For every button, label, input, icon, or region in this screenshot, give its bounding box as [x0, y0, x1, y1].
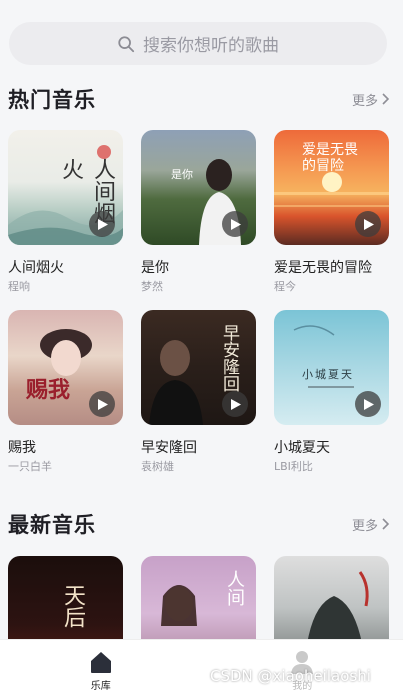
song-artist: LBI利比: [274, 460, 313, 473]
hot-more-link[interactable]: 更多: [352, 90, 390, 109]
play-button[interactable]: [89, 211, 115, 237]
song-artist: 一只白羊: [8, 460, 52, 473]
play-icon: [231, 398, 241, 410]
play-icon: [364, 218, 374, 230]
hot-section-header: 热门音乐 更多: [8, 84, 390, 114]
latest-more-label: 更多: [351, 518, 378, 534]
watermark: CSDN @xiaoheilaoshi: [210, 667, 371, 685]
play-icon: [364, 398, 374, 410]
song-artist: 程今: [274, 280, 296, 293]
tab-library-label: 乐库: [90, 681, 111, 692]
album-cover: 人间烟火: [8, 130, 123, 245]
song-title: 早安隆回: [141, 440, 197, 456]
cover-title: 小城夏天: [302, 368, 354, 381]
song-title: 小城夏天: [274, 440, 330, 456]
latest-section-title: 最新音乐: [8, 513, 96, 537]
cover-title: 赐我: [26, 377, 71, 403]
cover-title: 人间: [224, 570, 245, 606]
album-cover: 爱是无畏的冒险: [274, 130, 389, 245]
song-card[interactable]: 爱是无畏的冒险 爱是无畏的冒险 程今: [274, 130, 389, 294]
song-artist: 袁树雄: [141, 460, 174, 473]
hot-song-grid: 人间烟火 人间烟火 程响 是你 是你 梦然 爱是无畏的冒险 爱是无畏的冒险 程今…: [8, 130, 390, 474]
latest-more-link[interactable]: 更多: [352, 515, 390, 534]
album-cover: 赐我: [8, 310, 123, 425]
hot-more-label: 更多: [351, 93, 378, 109]
play-button[interactable]: [355, 211, 381, 237]
song-card[interactable]: 赐我 赐我 一只白羊: [8, 310, 123, 474]
search-placeholder: 搜索你想听的歌曲: [143, 36, 279, 56]
home-icon: [90, 652, 111, 673]
cover-title: 爱是无畏的冒险: [302, 142, 358, 174]
album-cover: 早安隆回: [141, 310, 256, 425]
album-cover: 小城夏天: [274, 310, 389, 425]
song-title: 爱是无畏的冒险: [274, 260, 372, 276]
cover-title: 早安隆回: [219, 324, 239, 392]
song-card[interactable]: 是你 是你 梦然: [141, 130, 256, 294]
play-icon: [98, 398, 108, 410]
tab-library[interactable]: 乐库: [0, 640, 202, 695]
cover-title: 天后: [60, 584, 85, 628]
search-icon: [118, 35, 135, 52]
play-icon: [98, 218, 108, 230]
song-title: 人间烟火: [8, 260, 64, 276]
song-title: 赐我: [8, 440, 36, 456]
chevron-right-icon: [382, 518, 390, 530]
song-artist: 程响: [8, 280, 30, 293]
latest-section-header: 最新音乐 更多: [8, 509, 390, 539]
album-cover: 是你: [141, 130, 256, 245]
chevron-right-icon: [382, 93, 390, 105]
play-icon: [231, 218, 241, 230]
song-title: 是你: [141, 260, 169, 276]
play-button[interactable]: [222, 391, 248, 417]
play-button[interactable]: [355, 391, 381, 417]
song-card[interactable]: 早安隆回 早安隆回 袁树雄: [141, 310, 256, 474]
play-button[interactable]: [89, 391, 115, 417]
search-bar[interactable]: 搜索你想听的歌曲: [9, 22, 387, 65]
hot-section-title: 热门音乐: [8, 88, 96, 112]
play-button[interactable]: [222, 211, 248, 237]
song-card[interactable]: 人间烟火 人间烟火 程响: [8, 130, 123, 294]
song-artist: 梦然: [141, 280, 163, 293]
song-card[interactable]: 小城夏天 小城夏天 LBI利比: [274, 310, 389, 474]
cover-title: 是你: [171, 168, 193, 181]
